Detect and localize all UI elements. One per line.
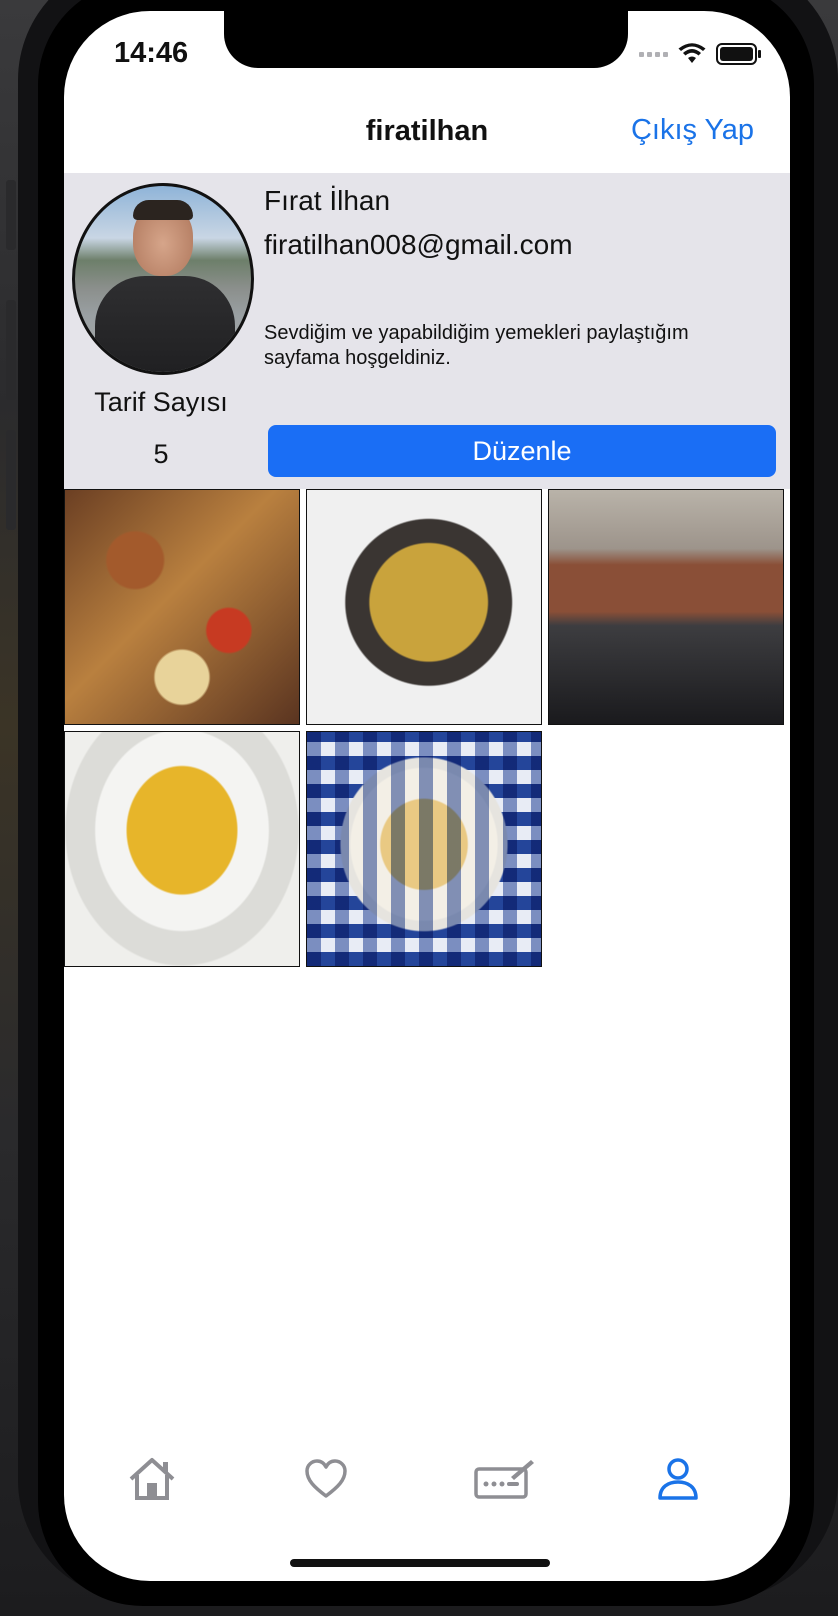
recipe-count-value: 5 — [153, 439, 169, 469]
profile-bio: Sevdiğim ve yapabildiğim yemekleri payla… — [264, 322, 689, 369]
volume-down-button — [6, 430, 16, 530]
profile-full-name: Fırat İlhan — [264, 185, 391, 216]
recipe-tile-oven-baked-tray[interactable] — [548, 489, 784, 725]
keyboard-pen-icon — [474, 1460, 534, 1499]
recipe-tile-soup-plate[interactable] — [306, 731, 542, 967]
recipe-count-label: Tarif Sayısı — [94, 387, 228, 417]
tab-profile[interactable] — [648, 1451, 708, 1507]
notch — [224, 11, 628, 68]
profile-email: firatilhan008@gmail.com — [264, 229, 573, 260]
recipe-tile-roasted-chicken-vegetables[interactable] — [64, 489, 300, 725]
heart-icon — [305, 1459, 347, 1498]
tab-bar — [64, 1451, 790, 1531]
volume-up-button — [6, 300, 16, 400]
status-time: 14:46 — [114, 37, 189, 69]
person-icon — [658, 1458, 698, 1500]
tab-favorites[interactable] — [296, 1451, 356, 1507]
recipe-tile-lentil-soup[interactable] — [64, 731, 300, 967]
edit-profile-button[interactable]: Düzenle — [268, 425, 776, 477]
app-screen: 14:46 firatilhan Çıkış Yap Fırat İlhan f… — [64, 11, 790, 1581]
battery-icon — [716, 43, 761, 65]
home-icon — [129, 1458, 175, 1500]
profile-header: Fırat İlhan firatilhan008@gmail.com Sevd… — [64, 173, 790, 489]
logout-button[interactable]: Çıkış Yap — [631, 114, 754, 147]
status-icons — [639, 43, 762, 65]
recipe-tile-pan-fried-potatoes[interactable] — [306, 489, 542, 725]
side-button — [6, 180, 16, 250]
tab-add-recipe[interactable] — [470, 1451, 540, 1507]
home-indicator[interactable] — [290, 1559, 550, 1567]
wifi-icon — [678, 43, 706, 63]
signal-icon — [639, 51, 668, 57]
avatar — [72, 183, 254, 375]
tab-home[interactable] — [122, 1451, 182, 1507]
